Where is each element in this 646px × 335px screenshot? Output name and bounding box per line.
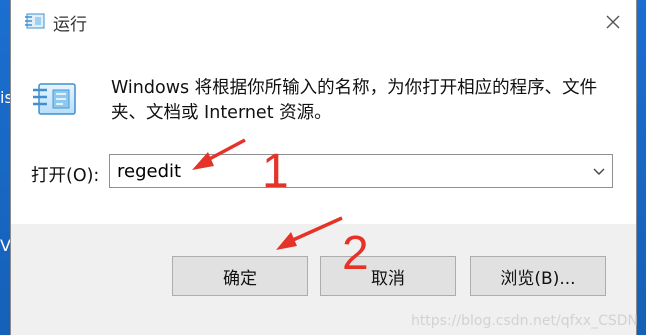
open-combobox[interactable]: regedit (109, 154, 613, 188)
close-icon (606, 15, 620, 29)
watermark: https://blog.csdn.net/qfxx_CSDN (410, 313, 638, 329)
open-input[interactable]: regedit (117, 161, 181, 182)
window-title: 运行 (53, 15, 87, 35)
run-app-icon (25, 13, 45, 29)
browse-button[interactable]: 浏览(B)... (470, 256, 606, 296)
cancel-button[interactable]: 取消 (320, 256, 456, 296)
title-bar[interactable]: 运行 (11, 0, 636, 44)
chevron-down-icon[interactable] (590, 162, 608, 180)
close-button[interactable] (590, 0, 636, 44)
dialog-description: Windows 将根据你所输入的名称，为你打开相应的程序、文件夹、文档或 Int… (111, 78, 598, 123)
step-2-label: 2 (342, 227, 369, 280)
dialog-content: Windows 将根据你所输入的名称，为你打开相应的程序、文件夹、文档或 Int… (11, 44, 636, 224)
run-app-icon (33, 83, 76, 115)
step-1-label: 1 (262, 145, 289, 198)
ok-button[interactable]: 确定 (172, 256, 308, 296)
open-label: 打开(O): (31, 166, 100, 186)
